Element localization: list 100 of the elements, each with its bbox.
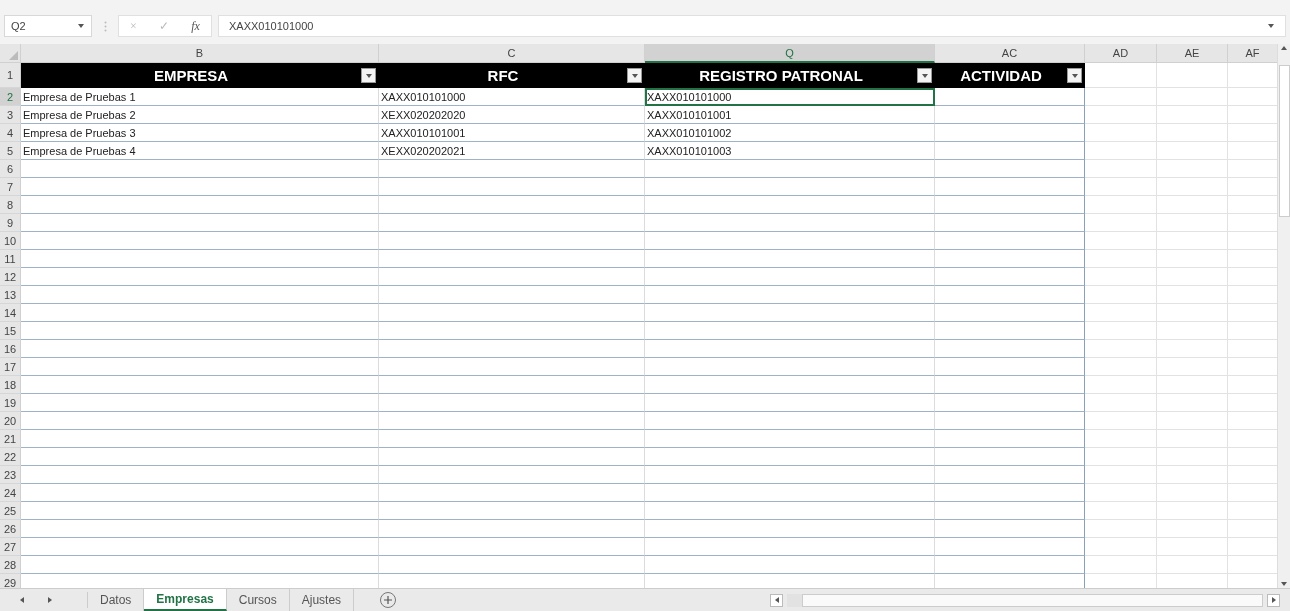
row-number[interactable]: 11 (0, 250, 21, 268)
column-header[interactable]: AC (935, 44, 1085, 63)
empty-cell (1085, 178, 1157, 196)
row-number[interactable]: 9 (0, 214, 21, 232)
column-header[interactable]: Q (645, 44, 935, 63)
table-cell: XAXX010101003 (645, 142, 935, 160)
table-cell: Empresa de Pruebas 1 (21, 88, 379, 106)
empty-cell (1085, 430, 1157, 448)
dropdown-caret-icon (77, 22, 85, 30)
empty-cell (1085, 214, 1157, 232)
empty-cell (1085, 538, 1157, 556)
caret-icon (920, 71, 929, 80)
empty-cell (1085, 106, 1157, 124)
row-number[interactable]: 2 (0, 88, 21, 106)
row-number[interactable]: 1 (0, 63, 21, 88)
empty-cell (1157, 412, 1228, 430)
row-number[interactable]: 4 (0, 124, 21, 142)
row-number[interactable]: 24 (0, 484, 21, 502)
row-number[interactable]: 5 (0, 142, 21, 160)
row-number[interactable]: 16 (0, 340, 21, 358)
table-cell: Empresa de Pruebas 2 (21, 106, 379, 124)
sheet-tab[interactable]: Cursos (226, 589, 290, 611)
row-number[interactable]: 19 (0, 394, 21, 412)
row-number[interactable]: 23 (0, 466, 21, 484)
row-number[interactable]: 6 (0, 160, 21, 178)
empty-cell (1085, 394, 1157, 412)
name-box[interactable]: Q2 (4, 15, 92, 37)
filter-button[interactable] (917, 68, 932, 83)
header-label: REGISTRO PATRONAL (698, 67, 864, 84)
empty-cell (1157, 88, 1228, 106)
scroll-thumb[interactable] (1278, 65, 1290, 217)
row-number[interactable]: 26 (0, 520, 21, 538)
caret-icon (364, 71, 373, 80)
empty-cell (1157, 322, 1228, 340)
column-header[interactable]: B (21, 44, 379, 63)
empty-cell (1157, 178, 1228, 196)
filter-button[interactable] (1067, 68, 1082, 83)
row-number[interactable]: 27 (0, 538, 21, 556)
sheet-tab[interactable]: Empresas (144, 589, 227, 611)
empty-cell (1085, 250, 1157, 268)
empty-cell (1157, 63, 1228, 88)
empty-cell (1085, 232, 1157, 250)
row-number[interactable]: 28 (0, 556, 21, 574)
empty-cell (1157, 286, 1228, 304)
table-cell: Empresa de Pruebas 4 (21, 142, 379, 160)
row-number[interactable]: 22 (0, 448, 21, 466)
empty-cell (1157, 502, 1228, 520)
filter-button[interactable] (627, 68, 642, 83)
empty-cell (1085, 358, 1157, 376)
empty-cell (1085, 286, 1157, 304)
empty-cell (1085, 304, 1157, 322)
row-number[interactable]: 25 (0, 502, 21, 520)
column-header[interactable]: AE (1157, 44, 1228, 63)
row-number[interactable]: 14 (0, 304, 21, 322)
empty-cell (1085, 376, 1157, 394)
scroll-left-button[interactable] (770, 593, 783, 607)
empty-cell (1157, 358, 1228, 376)
row-number[interactable]: 7 (0, 178, 21, 196)
row-number[interactable]: 8 (0, 196, 21, 214)
empty-cell (1085, 160, 1157, 178)
insert-function-button[interactable]: fx (191, 18, 200, 34)
column-header[interactable]: AD (1085, 44, 1157, 63)
table-cell: XAXX010101000 (379, 88, 645, 106)
row-number[interactable]: 3 (0, 106, 21, 124)
empty-cell (1157, 160, 1228, 178)
row-number[interactable]: 21 (0, 430, 21, 448)
row-number[interactable]: 20 (0, 412, 21, 430)
filter-button[interactable] (361, 68, 376, 83)
vertical-scrollbar[interactable] (1277, 44, 1290, 588)
empty-cell (1157, 340, 1228, 358)
row-number[interactable]: 15 (0, 322, 21, 340)
horizontal-scroll-thumb[interactable] (802, 593, 1263, 607)
empty-cell (1157, 484, 1228, 502)
column-header[interactable]: AF (1228, 44, 1277, 63)
empty-cell (1085, 88, 1157, 106)
caret-icon (630, 71, 639, 80)
header-label: EMPRESA (152, 67, 230, 84)
table-cell: XAXX010101000 (645, 88, 935, 106)
row-number[interactable]: 10 (0, 232, 21, 250)
empty-cell (1085, 124, 1157, 142)
scroll-right-button[interactable] (1267, 593, 1280, 607)
row-number[interactable]: 17 (0, 358, 21, 376)
formula-field[interactable]: XAXX010101000 (218, 15, 1286, 37)
previous-sheet-icon (18, 596, 26, 604)
empty-cell (1085, 142, 1157, 160)
header-label: ACTIVIDAD (959, 67, 1043, 84)
table-cell: XAXX010101002 (645, 124, 935, 142)
empty-cell (1157, 466, 1228, 484)
row-number[interactable]: 12 (0, 268, 21, 286)
sheet-tab[interactable]: Ajustes (289, 589, 355, 611)
header-label: RFC (486, 67, 520, 84)
row-number[interactable]: 18 (0, 376, 21, 394)
plus-icon (384, 596, 393, 604)
table-cell: Empresa de Pruebas 3 (21, 124, 379, 142)
empty-cell (1085, 484, 1157, 502)
row-number[interactable]: 29 (0, 574, 21, 588)
empty-cell (1157, 214, 1228, 232)
column-header[interactable]: C (379, 44, 645, 63)
empty-cell (1157, 430, 1228, 448)
row-number[interactable]: 13 (0, 286, 21, 304)
